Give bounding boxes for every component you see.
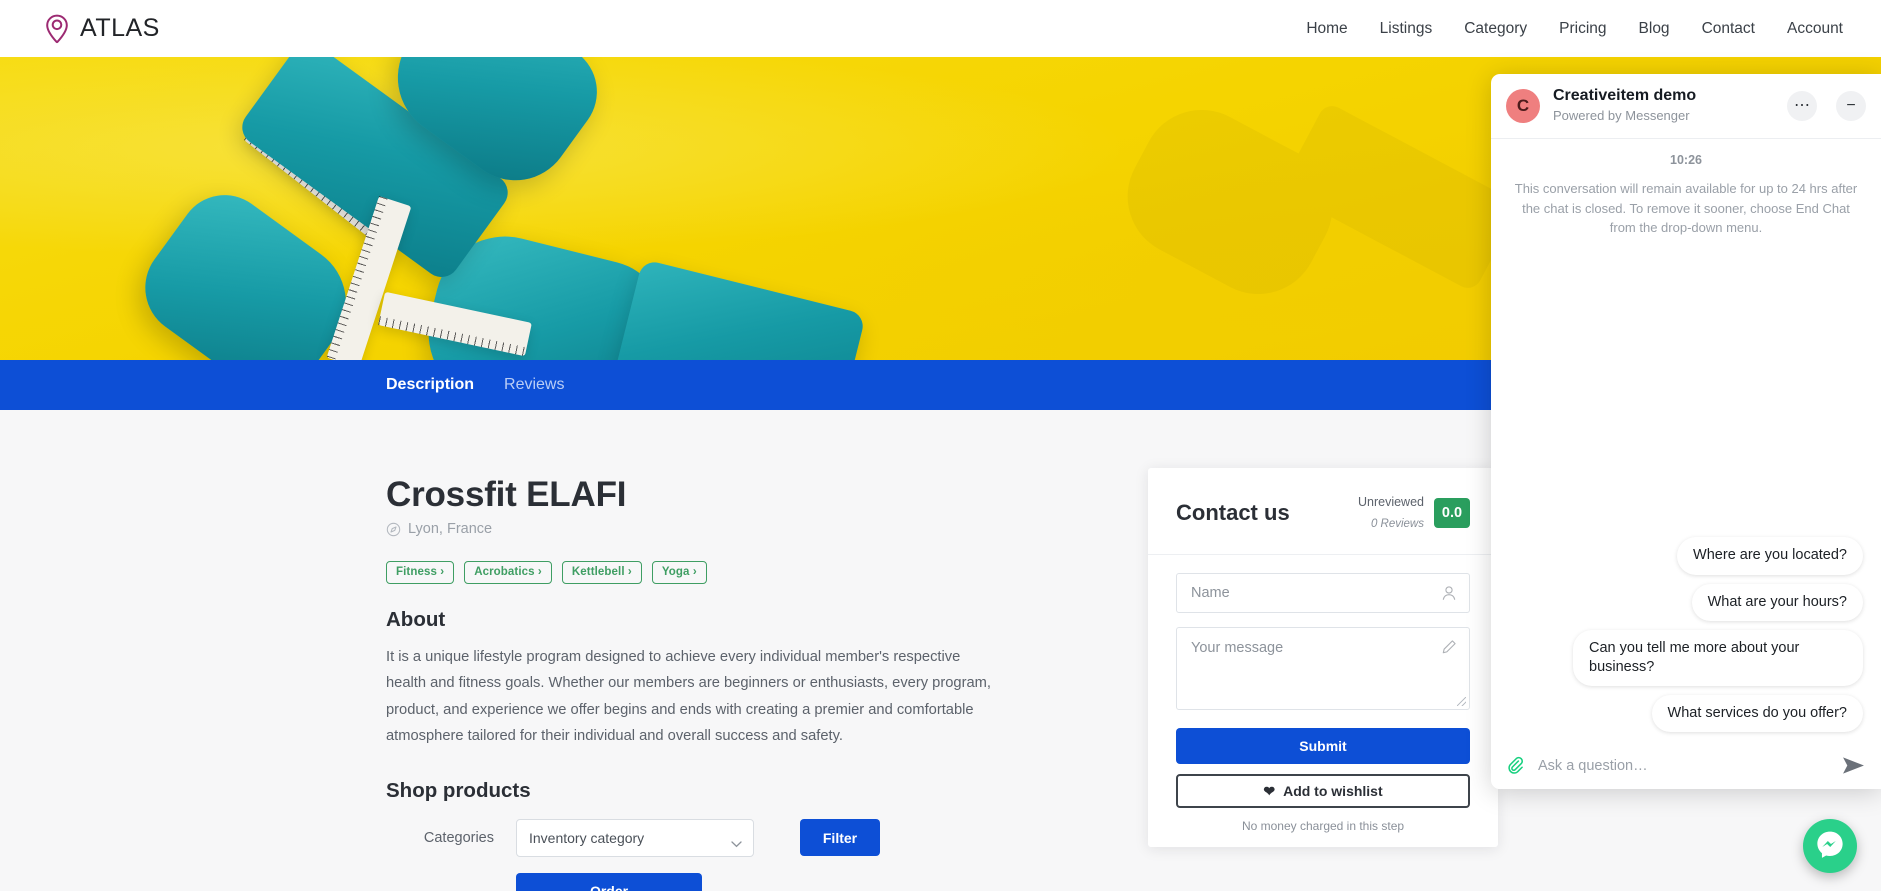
quick-reply-location[interactable]: Where are you located? [1677, 537, 1863, 575]
nav-item-blog[interactable]: Blog [1639, 20, 1670, 38]
compass-icon [386, 522, 401, 537]
brand-name: ATLAS [80, 14, 160, 42]
send-icon[interactable] [1842, 756, 1865, 775]
nav-item-account[interactable]: Account [1787, 20, 1843, 38]
messenger-fab-button[interactable] [1803, 819, 1857, 873]
chat-input[interactable] [1538, 757, 1830, 774]
chat-retention-notice: This conversation will remain available … [1514, 181, 1858, 235]
nav-item-home[interactable]: Home [1306, 20, 1347, 38]
listing-details: Crossfit ELAFI Lyon, France Fitness › Ac… [386, 475, 1126, 891]
user-icon [1441, 585, 1457, 601]
tag-acrobatics[interactable]: Acrobatics › [464, 561, 552, 585]
chat-identity: Creativeitem demo Powered by Messenger [1553, 86, 1774, 126]
page-root: ATLAS Home Listings Category Pricing Blo… [0, 0, 1881, 891]
rating-status: Unreviewed [1357, 495, 1424, 509]
hero-dumbbell-far [1106, 87, 1550, 347]
chat-composer [1491, 746, 1881, 789]
order-row: Order [386, 872, 1126, 891]
listing-location: Lyon, France [386, 521, 1126, 537]
pencil-icon [1441, 639, 1457, 655]
chat-message-list: 10:26 This conversation will remain avai… [1491, 139, 1881, 746]
contact-card: Contact us Unreviewed 0 Reviews 0.0 Name… [1148, 468, 1498, 847]
messenger-icon [1815, 829, 1845, 864]
site-header: ATLAS Home Listings Category Pricing Blo… [0, 0, 1881, 57]
tag-fitness[interactable]: Fitness › [386, 561, 455, 585]
avatar: C [1506, 89, 1540, 123]
rating-block: Unreviewed 0 Reviews 0.0 [1358, 492, 1470, 534]
quick-reply-services[interactable]: What services do you offer? [1651, 694, 1863, 732]
rating-text: Unreviewed 0 Reviews [1358, 492, 1424, 534]
tab-reviews[interactable]: Reviews [504, 376, 564, 394]
brand-logo[interactable]: ATLAS [44, 14, 160, 44]
paperclip-icon[interactable] [1507, 756, 1526, 775]
submit-button[interactable]: Submit [1176, 727, 1470, 764]
message-textarea[interactable] [1177, 627, 1469, 704]
shop-filter-row: Categories Inventory category Filter [386, 818, 1126, 857]
nav-item-listings[interactable]: Listings [1380, 20, 1433, 38]
main-nav: Home Listings Category Pricing Blog Cont… [1306, 20, 1843, 38]
quick-reply-list: Where are you located? What are your hou… [1509, 537, 1863, 732]
category-select[interactable]: Inventory category [516, 818, 754, 857]
rating-score-badge: 0.0 [1434, 497, 1470, 528]
add-to-wishlist-button[interactable]: ❤ Add to wishlist [1176, 773, 1470, 808]
name-field-wrap [1176, 572, 1470, 613]
chat-title: Creativeitem demo [1553, 87, 1697, 104]
chat-header: C Creativeitem demo Powered by Messenger… [1491, 74, 1881, 139]
nav-item-pricing[interactable]: Pricing [1559, 20, 1606, 38]
contact-title: Contact us [1176, 499, 1290, 525]
page-title: Crossfit ELAFI [386, 475, 627, 514]
tab-description[interactable]: Description [386, 376, 474, 394]
filter-button[interactable]: Filter [800, 819, 880, 857]
contact-card-header: Contact us Unreviewed 0 Reviews 0.0 [1148, 468, 1498, 555]
minus-icon[interactable]: − [1836, 91, 1866, 121]
nav-item-category[interactable]: Category [1464, 20, 1527, 38]
listing-location-text: Lyon, France [408, 521, 493, 538]
rating-reviews: 0 Reviews [1370, 517, 1424, 530]
message-field-wrap [1176, 626, 1470, 710]
chat-timestamp: 10:26 [1670, 153, 1702, 167]
tag-kettlebell[interactable]: Kettlebell › [561, 561, 642, 585]
heart-icon: ❤ [1263, 782, 1276, 799]
nav-item-contact[interactable]: Contact [1702, 20, 1755, 38]
ellipsis-icon[interactable]: ⋯ [1787, 91, 1817, 121]
quick-reply-business[interactable]: Can you tell me more about your business… [1573, 629, 1863, 686]
wishlist-label: Add to wishlist [1283, 782, 1383, 799]
textarea-resize-handle[interactable] [1457, 696, 1466, 706]
messenger-chat-widget: C Creativeitem demo Powered by Messenger… [1491, 74, 1881, 789]
categories-label: Categories [423, 829, 494, 846]
category-select-wrap: Inventory category [516, 818, 754, 857]
shop-products-heading: Shop products [386, 778, 531, 802]
quick-reply-hours[interactable]: What are your hours? [1691, 583, 1863, 621]
chat-subtitle: Powered by Messenger [1553, 108, 1690, 123]
contact-form: Submit ❤ Add to wishlist No money charge… [1148, 555, 1498, 833]
listing-tags: Fitness › Acrobatics › Kettlebell › Yoga… [386, 561, 1126, 585]
name-input[interactable] [1177, 573, 1469, 612]
order-button[interactable]: Order [516, 872, 702, 891]
tag-yoga[interactable]: Yoga › [651, 561, 707, 585]
payment-note: No money charged in this step [1241, 818, 1405, 833]
location-pin-icon [44, 14, 70, 44]
about-heading: About [386, 608, 446, 632]
about-text: It is a unique lifestyle program designe… [386, 649, 991, 744]
